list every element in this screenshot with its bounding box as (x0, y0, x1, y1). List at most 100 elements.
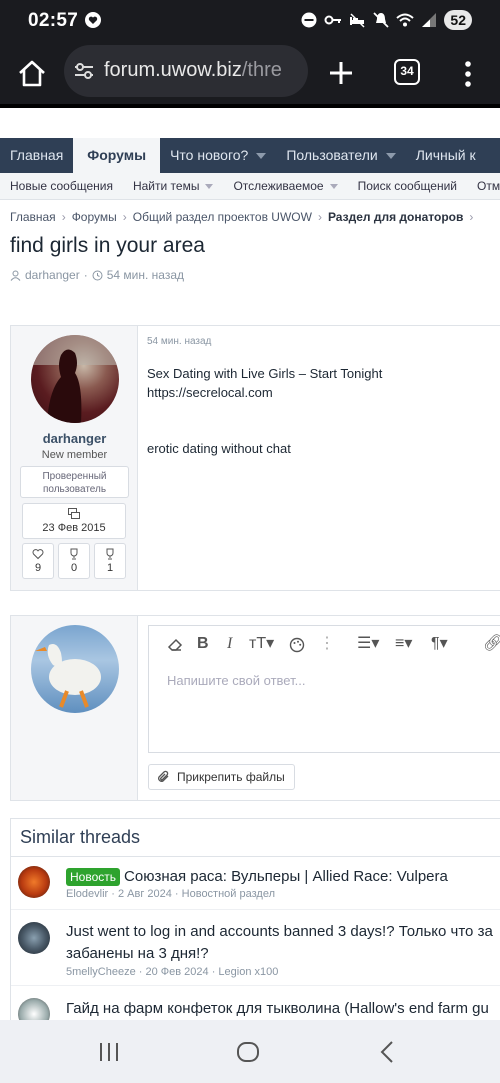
font-size-icon[interactable]: тT▾ (249, 634, 274, 654)
news-badge: Новость (66, 868, 121, 886)
url-path: /thre (241, 59, 282, 81)
avatar[interactable] (31, 335, 119, 423)
post-date[interactable]: 54 мин. назад (147, 336, 211, 347)
reply-user-panel (11, 616, 138, 800)
chevron-down-icon[interactable] (205, 183, 214, 189)
subnav-search-posts[interactable]: Поиск сообщений (348, 173, 467, 199)
breadcrumb-section[interactable]: Общий раздел проектов UWOW (133, 210, 312, 224)
url-host: forum.uwow.biz (104, 59, 242, 81)
thread-title-text: Союзная раса: Вульперы | Allied Race: Vu… (124, 868, 448, 885)
subnav-new-posts[interactable]: Новые сообщения (0, 173, 123, 199)
nav-tab-home[interactable]: Главная (0, 138, 73, 173)
avatar[interactable] (18, 866, 50, 898)
list-icon[interactable]: ☰▾ (357, 634, 379, 654)
system-nav-bar (0, 1020, 500, 1083)
list-item[interactable]: Just went to log in and accounts banned … (11, 909, 500, 985)
italic-icon[interactable]: I (227, 634, 232, 654)
site-settings-icon[interactable] (73, 60, 95, 82)
breadcrumb-current[interactable]: Раздел для донаторов (328, 210, 463, 224)
likes-count: 9 (34, 562, 42, 574)
subnav-mark-read[interactable]: Отметит (467, 173, 500, 199)
thread-forum[interactable]: Новостной раздел (182, 888, 275, 900)
thread-title-line: забанены на 3 дня!? (66, 945, 209, 962)
nav-tab-label: Пользователи (286, 147, 378, 163)
chevron-down-icon[interactable] (385, 152, 396, 159)
thread-author[interactable]: darhanger (25, 268, 80, 282)
nav-tab-label: Что нового? (170, 147, 249, 163)
dnd-icon (301, 12, 317, 28)
chevron-down-icon[interactable] (329, 183, 338, 189)
breadcrumb-forums[interactable]: Форумы (72, 210, 117, 224)
chevron-down-icon[interactable] (256, 152, 267, 159)
tab-switcher-button[interactable]: 34 (394, 59, 420, 85)
url-text: forum.uwow.biz/thre (104, 59, 282, 82)
attach-files-label: Прикрепить файлы (177, 770, 285, 784)
reply-placeholder: Напишите свой ответ... (167, 673, 306, 688)
signal-icon (422, 13, 437, 27)
subnav-watched[interactable]: Отслеживаемое (223, 173, 347, 199)
attach-files-button[interactable]: Прикрепить файлы (148, 764, 295, 790)
back-icon[interactable] (376, 1040, 400, 1064)
thread-author[interactable]: 5mellyCheeze (66, 966, 136, 978)
more-menu-icon[interactable] (458, 58, 478, 90)
avatar[interactable] (18, 998, 50, 1020)
sleep-icon (350, 13, 365, 28)
paperclip-icon (158, 770, 169, 782)
bold-icon[interactable]: B (197, 634, 209, 654)
trophies-count: 1 (106, 562, 114, 574)
recent-apps-icon[interactable] (97, 1040, 121, 1064)
align-icon[interactable]: ≡▾ (395, 634, 412, 654)
thread-time[interactable]: 54 мин. назад (107, 268, 184, 282)
wifi-icon (396, 13, 415, 27)
thread-forum[interactable]: Legion x100 (218, 966, 278, 978)
user-title: New member (41, 449, 108, 461)
similar-thread-title[interactable]: Гайд на фарм конфеток для тыкволина (Hal… (66, 998, 489, 1020)
browser-toolbar: forum.uwow.biz/thre 34 (0, 44, 500, 104)
points-stat: 0 (58, 543, 90, 579)
avatar[interactable] (18, 922, 50, 954)
post-username[interactable]: darhanger (11, 431, 138, 446)
home-nav-icon[interactable] (236, 1040, 260, 1064)
list-item[interactable]: Новость Союзная раса: Вульперы | Allied R… (11, 857, 500, 909)
trophy-icon (70, 548, 78, 560)
thread-author[interactable]: Elodevlir (66, 888, 108, 900)
thread-title-line: Just went to log in and accounts banned … (66, 923, 493, 940)
similar-thread-meta: 5mellyCheeze · 20 Фев 2024 · Legion x100 (66, 966, 279, 978)
paragraph-icon[interactable]: ¶▾ (431, 634, 448, 654)
nav-tab-whats-new[interactable]: Что нового? (160, 138, 276, 173)
separator: · (83, 268, 88, 282)
palette-icon[interactable] (289, 635, 305, 655)
thread-meta: darhanger · 54 мин. назад (10, 268, 184, 282)
heart-icon (85, 12, 101, 28)
editor-toolbar: B I тT▾ ⋮ ☰▾ ≡▾ ¶▾ 🔗︎ (149, 626, 500, 660)
similar-thread-title[interactable]: Just went to log in and accounts banned … (66, 921, 493, 965)
page-title: find girls in your area (10, 234, 205, 257)
more-vertical-icon[interactable]: ⋮ (319, 634, 335, 654)
link-icon[interactable]: 🔗︎ (483, 634, 500, 654)
trophies-stat: 1 (94, 543, 126, 579)
clock-icon (92, 270, 103, 280)
url-bar[interactable]: forum.uwow.biz/thre (64, 45, 308, 97)
avatar[interactable] (31, 625, 119, 713)
breadcrumb-home[interactable]: Главная (10, 210, 56, 224)
thread-date: 20 Фев 2024 (145, 966, 209, 978)
post-body: 54 мин. назад Sex Dating with Live Girls… (147, 326, 500, 590)
nav-tab-forums[interactable]: Форумы (73, 138, 161, 173)
thread-date: 2 Авг 2024 (117, 888, 172, 900)
reply-editor[interactable]: B I тT▾ ⋮ ☰▾ ≡▾ ¶▾ 🔗︎ Напишите свой отве… (148, 625, 500, 753)
nav-tab-account[interactable]: Личный к (406, 138, 486, 173)
subnav-label: Найти темы (132, 178, 200, 193)
subnav-find-threads[interactable]: Найти темы (123, 173, 224, 199)
similar-thread-title[interactable]: Новость Союзная раса: Вульперы | Allied R… (66, 866, 448, 888)
forum-subnav: Новые сообщения Найти темы Отслеживаемое… (0, 173, 500, 200)
forum-navbar: Главная Форумы Что нового? Пользователи … (0, 138, 500, 173)
user-icon (10, 270, 21, 281)
eraser-icon[interactable] (167, 635, 183, 655)
new-tab-icon[interactable] (326, 58, 356, 88)
list-item[interactable]: Гайд на фарм конфеток для тыкволина (Hal… (11, 985, 500, 1020)
joined-stat: 23 Фев 2015 (22, 503, 126, 539)
quick-reply: B I тT▾ ⋮ ☰▾ ≡▾ ¶▾ 🔗︎ Напишите свой отве… (10, 615, 500, 801)
home-icon[interactable] (16, 58, 48, 90)
nav-tab-users[interactable]: Пользователи (276, 138, 405, 173)
chevron-right-icon: › (317, 210, 322, 224)
